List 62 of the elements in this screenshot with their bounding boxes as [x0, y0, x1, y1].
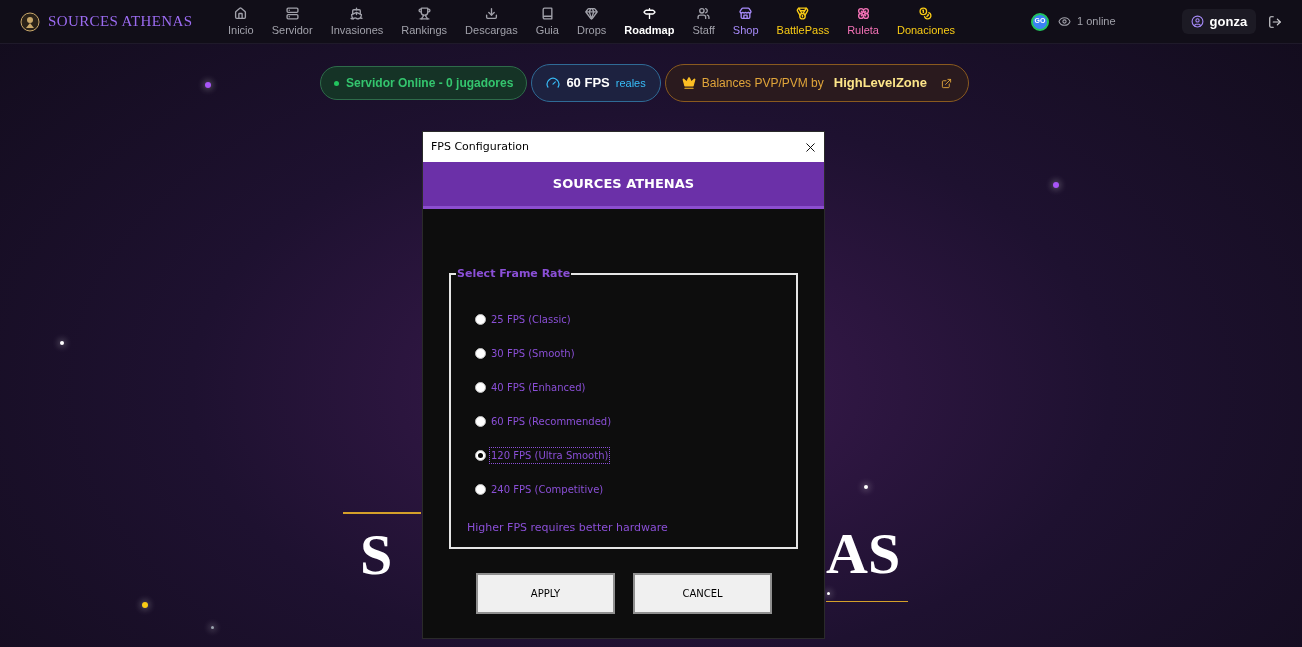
users-icon [697, 6, 711, 20]
dialog-button[interactable]: APPLY [476, 573, 615, 614]
radio-label[interactable]: 60 FPS (Recommended) [489, 412, 614, 430]
hero-title: AS [826, 520, 902, 588]
brand-title[interactable]: SOURCES ATHENAS [48, 10, 193, 33]
nav-link[interactable]: Descargas [465, 6, 518, 37]
radio-button[interactable] [475, 347, 486, 359]
radio-button[interactable] [475, 415, 486, 427]
user-icon [1190, 15, 1204, 28]
nav-link[interactable]: BattlePass [776, 6, 830, 37]
nav-link[interactable]: Donaciones [896, 6, 956, 37]
dialog-heading: SOURCES ATHENAS [552, 175, 695, 194]
hint-text: Higher FPS requires better hardware [467, 519, 669, 536]
fps-note: reales [615, 75, 646, 91]
group-title: Select Frame Rate [456, 266, 572, 282]
radio-label[interactable]: 25 FPS (Classic) [489, 310, 573, 328]
gem-icon [585, 6, 599, 20]
nav-link[interactable]: Ruleta [847, 6, 879, 37]
nav-link[interactable]: Rankings [401, 6, 448, 37]
nav-link[interactable]: Invasiones [330, 6, 384, 37]
radio-label[interactable]: 30 FPS (Smooth) [489, 344, 577, 362]
nav-link[interactable]: Staff [692, 6, 715, 37]
external-link-icon [940, 77, 952, 89]
nav-link[interactable]: Drops [576, 6, 607, 37]
owl-logo-icon [20, 11, 40, 32]
user-menu-button[interactable]: gonza [1181, 9, 1257, 34]
server-status-badge: Servidor Online - 0 jugadores [320, 66, 528, 100]
medal-icon [796, 6, 810, 20]
radio-button[interactable] [475, 483, 486, 495]
radio-label[interactable]: 240 FPS (Competitive) [489, 480, 606, 498]
signpost-icon [642, 6, 656, 20]
coins-icon [919, 6, 933, 20]
hero-title: S [360, 521, 393, 589]
nav-link[interactable]: Roadmap [624, 6, 675, 37]
radio-button[interactable] [475, 313, 486, 325]
ship-icon [350, 6, 364, 20]
balances-link[interactable]: Balances PVP/PVM by HighLevelZone [664, 64, 969, 102]
logout-icon[interactable] [1268, 14, 1283, 29]
nav-link[interactable]: Shop [732, 6, 759, 37]
radio-label[interactable]: 120 FPS (Ultra Smooth) [489, 446, 611, 464]
download-icon [484, 6, 498, 20]
radio-button[interactable] [475, 381, 486, 393]
online-count: 1 online [1077, 14, 1116, 30]
store-icon [739, 6, 753, 20]
nav-link[interactable]: Guia [535, 6, 559, 37]
trophy-icon [417, 6, 431, 20]
partner-brand: HighLevelZone [833, 74, 927, 93]
crown-icon [681, 76, 696, 90]
dialog-title: FPS Configuration [431, 138, 530, 155]
fps-value: 60 FPS [566, 74, 610, 93]
gauge-icon [546, 76, 561, 90]
nav-link[interactable]: Servidor [271, 6, 313, 37]
radio-label[interactable]: 40 FPS (Enhanced) [489, 378, 588, 396]
flower-icon [856, 6, 870, 20]
book-icon [540, 6, 554, 20]
home-icon [234, 6, 248, 20]
balances-text: Balances PVP/PVM by [701, 75, 824, 92]
server-icon [285, 6, 299, 20]
dialog-button[interactable]: CANCEL [633, 573, 772, 614]
eye-icon [1058, 15, 1072, 28]
nav-link[interactable]: Inicio [228, 6, 254, 37]
radio-button[interactable] [475, 449, 486, 461]
